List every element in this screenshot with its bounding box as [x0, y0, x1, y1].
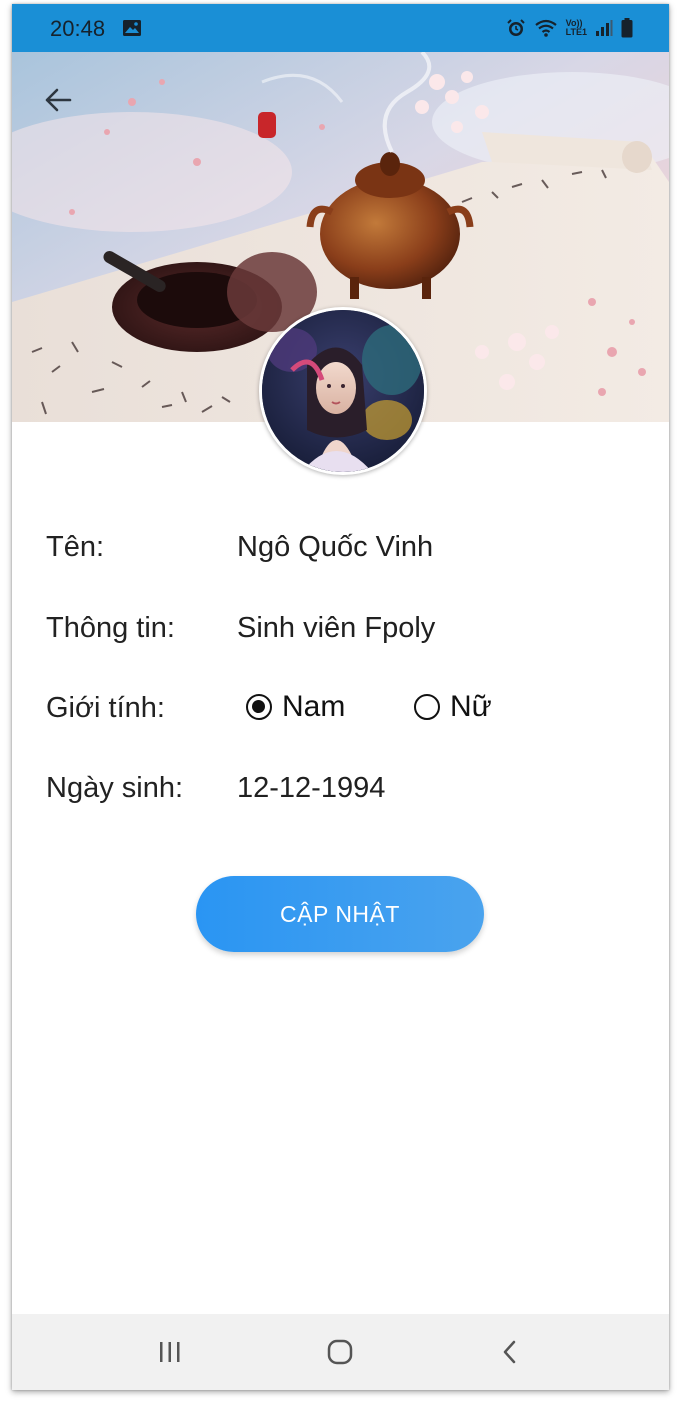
row-name: Tên: Ngô Quốc Vinh: [46, 527, 646, 567]
row-info: Thông tin: Sinh viên Fpoly: [46, 608, 646, 648]
gender-option-male: Nam: [282, 690, 346, 723]
info-label: Thông tin:: [46, 612, 175, 644]
birthdate-label: Ngày sinh:: [46, 772, 184, 804]
row-birthdate: Ngày sinh: 12-12-1994: [46, 768, 646, 808]
nav-back-button[interactable]: [490, 1336, 530, 1372]
image-icon: [122, 19, 142, 37]
network-type: Vo)) LTE1: [566, 19, 587, 37]
gender-radio-male[interactable]: Nam: [246, 690, 345, 724]
home-icon: [326, 1338, 354, 1371]
update-button[interactable]: CẬP NHẬT: [196, 876, 484, 952]
back-button[interactable]: [36, 80, 80, 124]
gender-radio-female[interactable]: Nữ: [414, 690, 492, 724]
status-bar: 20:48 Vo)) LTE1: [12, 4, 669, 52]
signal-icon: [595, 19, 613, 37]
info-value: Sinh viên Fpoly: [237, 612, 436, 644]
wifi-icon: [534, 18, 558, 38]
birthdate-value: 12-12-1994: [237, 772, 386, 804]
phone-screen: 20:48 Vo)) LTE1 Tên: Ngô Quốc Vinh Thông…: [12, 4, 669, 1390]
system-nav-bar: [12, 1314, 669, 1390]
chevron-left-icon: [500, 1339, 520, 1370]
recent-apps-button[interactable]: [150, 1336, 190, 1372]
status-time: 20:48: [50, 16, 106, 41]
network-lte: LTE1: [565, 27, 587, 37]
avatar[interactable]: [259, 307, 427, 475]
gender-option-female: Nữ: [450, 690, 492, 723]
alarm-icon: [506, 18, 526, 38]
recent-apps-icon: [157, 1340, 183, 1369]
row-gender: Giới tính: Nam Nữ: [46, 688, 646, 728]
home-button[interactable]: [320, 1336, 360, 1372]
radio-unchecked-icon: [414, 694, 440, 720]
status-icons: Vo)) LTE1: [506, 17, 633, 39]
arrow-left-icon: [44, 88, 72, 117]
name-value: Ngô Quốc Vinh: [237, 531, 434, 563]
name-label: Tên:: [46, 531, 105, 563]
battery-icon: [621, 18, 633, 38]
gender-label: Giới tính:: [46, 692, 165, 724]
radio-checked-icon: [246, 694, 272, 720]
